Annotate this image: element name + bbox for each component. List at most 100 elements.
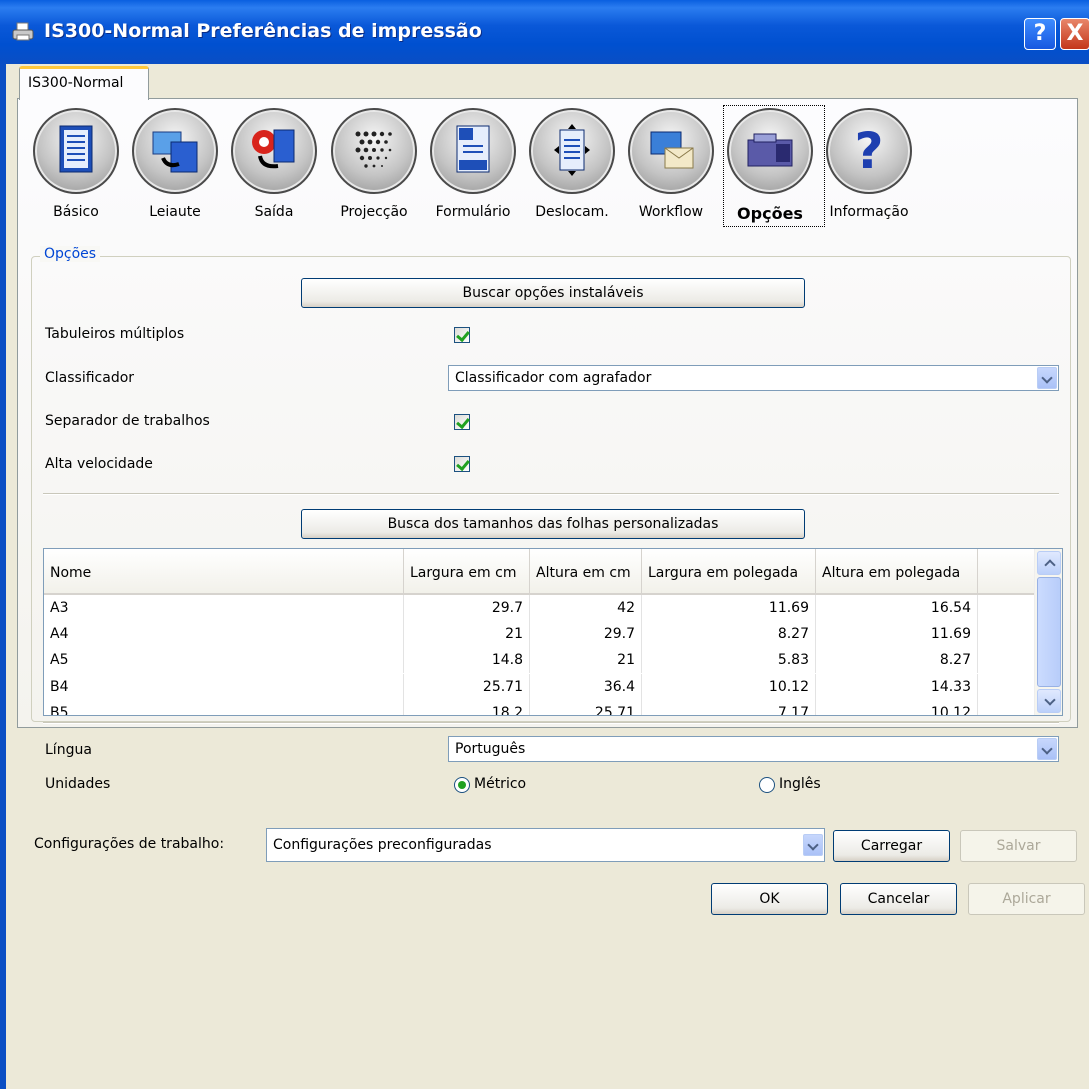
job-separator-checkbox[interactable] <box>454 414 470 430</box>
cell-value: 29.7 <box>530 621 642 648</box>
load-button[interactable]: Carregar <box>833 830 950 862</box>
cell-value: 8.27 <box>816 647 978 674</box>
column-header-height-cm[interactable]: Altura em cm <box>530 549 642 595</box>
nav-label: Básico <box>53 204 99 220</box>
cell-value: 21 <box>530 647 642 674</box>
options-group-title: Opções <box>40 246 101 262</box>
nav-saida[interactable]: Saída <box>228 106 328 226</box>
cell-value: 11.69 <box>816 621 978 648</box>
cell-value: 10.12 <box>642 673 816 700</box>
fetch-paper-sizes-button[interactable]: Busca dos tamanhos das folhas personaliz… <box>301 509 805 539</box>
cell-value: 16.54 <box>816 595 978 621</box>
nav-workflow[interactable]: Workflow <box>625 106 725 226</box>
units-imperial-label[interactable]: Inglês <box>779 776 821 792</box>
ok-button[interactable]: OK <box>711 883 828 915</box>
printer-icon <box>12 22 34 41</box>
cell-value: 25.71 <box>530 699 642 715</box>
cell-value: 7.17 <box>642 699 816 715</box>
separator <box>43 493 1059 495</box>
nav-label: Leiaute <box>149 204 201 220</box>
column-header-width-cm[interactable]: Largura em cm <box>404 549 530 595</box>
nav-informacao[interactable]: ? Informação <box>823 106 923 226</box>
cell-name: A5 <box>44 647 404 674</box>
cell-name: A3 <box>44 595 404 621</box>
apply-button[interactable]: Aplicar <box>968 883 1085 915</box>
svg-text:?: ? <box>854 124 883 176</box>
save-button[interactable]: Salvar <box>960 830 1077 862</box>
chevron-down-icon[interactable] <box>1037 367 1057 389</box>
table-row[interactable]: A3 29.7 42 11.69 16.54 <box>44 595 1034 621</box>
job-settings-label: Configurações de trabalho: <box>34 836 225 852</box>
printer-options-icon <box>747 133 793 167</box>
table-row[interactable]: A5 14.8 21 5.83 8.27 <box>44 647 1034 674</box>
close-button[interactable]: X <box>1060 18 1089 50</box>
units-imperial-radio[interactable] <box>759 777 775 793</box>
nav-formulario[interactable]: Formulário <box>427 106 527 226</box>
nav-label: Formulário <box>435 204 511 220</box>
cell-name: A4 <box>44 621 404 648</box>
high-speed-label: Alta velocidade <box>45 456 153 472</box>
cell-value: 36.4 <box>530 673 642 700</box>
fetch-options-button[interactable]: Buscar opções instaláveis <box>301 278 805 308</box>
cell-value: 29.7 <box>404 595 530 621</box>
cell-value: 42 <box>530 595 642 621</box>
output-icon <box>252 129 295 169</box>
window-title: IS300-Normal Preferências de impressão <box>44 20 482 42</box>
nav-label: Saída <box>254 204 294 220</box>
nav-label: Informação <box>829 204 909 220</box>
cell-value: 14.8 <box>404 647 530 674</box>
table-header: Nome Largura em cm Altura em cm Largura … <box>44 549 1034 595</box>
nav-basico[interactable]: Básico <box>30 106 130 226</box>
nav-label: Workflow <box>638 204 704 220</box>
cell-value: 11.69 <box>642 595 816 621</box>
help-icon: ? <box>854 124 883 176</box>
sorter-label: Classificador <box>45 370 135 386</box>
column-header-width-in[interactable]: Largura em polegada <box>642 549 816 595</box>
cell-value: 8.27 <box>642 621 816 648</box>
form-icon <box>456 125 490 173</box>
tab-printer[interactable]: IS300-Normal <box>19 66 149 100</box>
cell-name: B4 <box>44 673 404 700</box>
cancel-button[interactable]: Cancelar <box>840 883 957 915</box>
window-frame <box>0 64 6 1089</box>
language-label: Língua <box>45 742 92 758</box>
multi-trays-checkbox[interactable] <box>454 327 470 343</box>
separator <box>43 722 1059 724</box>
vertical-scrollbar[interactable] <box>1034 549 1062 715</box>
job-settings-select[interactable]: Configurações preconfiguradas <box>266 828 825 862</box>
table-row[interactable]: B5 18.2 25.71 7.17 10.12 <box>44 699 1034 715</box>
language-select[interactable]: Português <box>448 736 1059 762</box>
cell-value: 25.71 <box>404 673 530 700</box>
sorter-select[interactable]: Classificador com agrafador <box>448 365 1059 391</box>
nav-deslocam[interactable]: Deslocam. <box>526 106 626 226</box>
units-metric-radio[interactable] <box>454 777 470 793</box>
column-header-height-in[interactable]: Altura em polegada <box>816 549 978 595</box>
scroll-down-icon[interactable] <box>1037 689 1061 713</box>
nav-opcoes[interactable]: Opções <box>723 105 825 227</box>
document-icon <box>59 125 93 173</box>
scroll-thumb[interactable] <box>1037 577 1061 687</box>
layout-icon <box>152 131 198 173</box>
job-settings-value: Configurações preconfiguradas <box>273 837 492 853</box>
help-button[interactable]: ? <box>1024 18 1056 50</box>
cell-value: 5.83 <box>642 647 816 674</box>
halftone-icon <box>355 131 392 168</box>
units-label: Unidades <box>45 776 111 792</box>
title-bar: IS300-Normal Preferências de impressão ?… <box>0 0 1089 64</box>
units-metric-label[interactable]: Métrico <box>474 776 526 792</box>
chevron-down-icon[interactable] <box>803 834 823 856</box>
column-header-name[interactable]: Nome <box>44 549 404 595</box>
cell-value: 18.2 <box>404 699 530 715</box>
shift-icon <box>554 124 590 176</box>
table-row[interactable]: B4 25.71 36.4 10.12 14.33 <box>44 673 1034 700</box>
nav-projeccao[interactable]: Projecção <box>328 106 428 226</box>
nav-leiaute[interactable]: Leiaute <box>129 106 229 226</box>
scroll-up-icon[interactable] <box>1037 551 1061 575</box>
table-row[interactable]: A4 21 29.7 8.27 11.69 <box>44 621 1034 648</box>
nav-label: Projecção <box>340 204 408 220</box>
sorter-value: Classificador com agrafador <box>455 370 652 386</box>
high-speed-checkbox[interactable] <box>454 456 470 472</box>
paper-size-table[interactable]: Nome Largura em cm Altura em cm Largura … <box>43 548 1063 716</box>
cell-value: 21 <box>404 621 530 648</box>
chevron-down-icon[interactable] <box>1037 738 1057 760</box>
